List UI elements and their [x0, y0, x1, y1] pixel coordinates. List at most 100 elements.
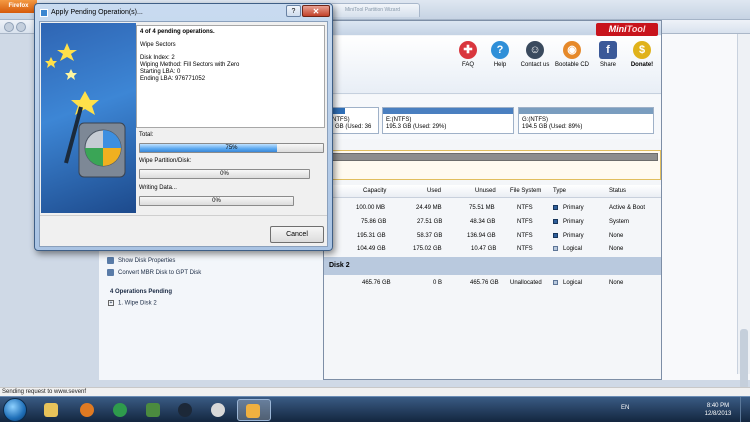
taskbar-explorer[interactable] — [36, 399, 66, 421]
help-icon: ? — [491, 41, 509, 59]
partition-text: E:(NTFS) 195.3 GB (Used: 29%) — [386, 117, 447, 130]
table-row[interactable]: 100.00 MB 24.49 MB 75.51 MB NTFS Primary… — [324, 202, 661, 214]
total-progress-text: 75% — [225, 145, 238, 151]
clock-time: 8:40 PM — [706, 403, 730, 409]
forward-icon[interactable] — [16, 22, 26, 32]
partition-list-header: Capacity Used Unused File System Type St… — [324, 185, 661, 198]
wiping-method-text: Wiping Method: Fill Sectors with Zero — [140, 62, 240, 68]
contact-us-label: Contact us — [520, 62, 550, 68]
app-icon — [113, 403, 127, 417]
pending-op-item[interactable]: +1. Wipe Disk 2 — [108, 300, 157, 307]
browser-status-bar: Sending request to www.sevenf — [0, 387, 750, 396]
lifebuoy-icon: ✚ — [459, 41, 477, 59]
app-icon — [211, 403, 225, 417]
dialog-body: 4 of 4 pending operations. Wipe Sectors … — [39, 21, 328, 247]
taskbar-app[interactable] — [105, 399, 135, 421]
app-icon — [40, 9, 48, 17]
page-scrollbar[interactable] — [737, 34, 750, 389]
table-row[interactable]: 195.31 GB 58.37 GB 136.94 GB NTFS Primar… — [324, 230, 661, 242]
logical-partition-icon — [553, 245, 558, 251]
unallocated-bar — [328, 153, 658, 161]
clock[interactable]: 8:40 PM 12/8/2013 — [700, 402, 736, 418]
folder-icon — [44, 403, 58, 417]
taskbar-app[interactable] — [138, 399, 168, 421]
disk2-header-row[interactable]: Disk 2 — [324, 257, 661, 275]
wipe-label: Wipe Partition/Disk: — [139, 158, 192, 164]
minitool-logo: MiniTool — [596, 23, 658, 36]
col-capacity[interactable]: Capacity — [363, 185, 386, 197]
partition-block[interactable]: E:(NTFS) 195.3 GB (Used: 29%) — [382, 107, 514, 134]
help-button[interactable]: ? Help — [480, 41, 520, 68]
bootable-cd-label: Bootable CD — [554, 62, 590, 68]
expand-icon[interactable]: + — [108, 300, 114, 306]
contact-us-button[interactable]: ☺ Contact us — [515, 41, 555, 68]
wizard-illustration — [41, 23, 136, 213]
start-button[interactable] — [3, 398, 27, 422]
disk-index-text: Disk Index: 2 — [140, 55, 175, 61]
logical-partition-icon — [553, 279, 558, 285]
col-unused[interactable]: Unused — [475, 185, 496, 197]
convert-disk-icon — [107, 269, 114, 276]
donate-button[interactable]: $ Donate! — [622, 41, 662, 68]
col-status[interactable]: Status — [609, 185, 626, 197]
disk2-map[interactable] — [324, 150, 661, 180]
primary-partition-icon — [553, 218, 558, 224]
contact-icon: ☺ — [526, 41, 544, 59]
firefox-icon — [80, 403, 94, 417]
ops-count-text: 4 of 4 pending operations. — [140, 29, 215, 35]
writing-label: Writing Data... — [139, 185, 177, 191]
table-row[interactable]: 104.49 GB 175.02 GB 10.47 GB NTFS Logica… — [324, 243, 661, 255]
col-type[interactable]: Type — [553, 185, 566, 197]
table-row[interactable]: 75.86 GB 27.51 GB 48.34 GB NTFS Primary … — [324, 216, 661, 228]
taskbar-firefox[interactable] — [72, 399, 102, 421]
disk1-map: (NTFS) 9 GB (Used: 36 E:(NTFS) 195.3 GB (U… — [324, 95, 661, 139]
facebook-icon: f — [599, 41, 617, 59]
browser-tab[interactable]: MiniTool Partition Wizard — [330, 3, 420, 17]
show-desktop-button[interactable] — [740, 397, 750, 422]
minitool-window: MiniTool ✚ FAQ ? Help ☺ Contact us ◉ Boo… — [263, 20, 662, 380]
close-button[interactable]: ✕ — [302, 5, 330, 17]
help-button[interactable]: ? — [286, 5, 301, 17]
ops-pending-heading: 4 Operations Pending — [110, 289, 173, 295]
logo-text-mini: Mini — [608, 24, 627, 34]
bootable-cd-icon: ◉ — [563, 41, 581, 59]
logo-text-tool: Tool — [626, 24, 646, 34]
bootable-cd-button[interactable]: ◉ Bootable CD — [552, 41, 592, 68]
main-toolbar: ✚ FAQ ? Help ☺ Contact us ◉ Bootable CD … — [324, 36, 661, 94]
minitool-icon — [246, 404, 260, 418]
wipe-progress-bar: 0% — [139, 169, 310, 179]
taskbar-app[interactable] — [203, 399, 233, 421]
col-used[interactable]: Used — [427, 185, 441, 197]
partition-usage-bar — [383, 108, 513, 114]
firefox-menu-button[interactable]: Firefox — [0, 0, 37, 13]
primary-partition-icon — [553, 204, 558, 210]
clock-date: 12/8/2013 — [704, 411, 732, 417]
language-indicator[interactable]: EN — [621, 405, 629, 411]
table-row[interactable]: *: 465.76 GB 0 B 465.76 GB Unallocated L… — [263, 277, 661, 289]
writing-progress-bar: 0% — [139, 196, 294, 206]
partition-text: (NTFS) 9 GB (Used: 36 — [330, 117, 372, 130]
partition-usage-bar — [519, 108, 653, 114]
taskbar-minitool[interactable] — [237, 399, 271, 421]
apply-pending-dialog: Apply Pending Operation(s)... ? ✕ 4 of 4… — [34, 3, 333, 251]
col-file-system[interactable]: File System — [510, 185, 541, 197]
taskbar-steam[interactable] — [170, 399, 200, 421]
taskbar: EN 8:40 PM 12/8/2013 — [0, 396, 750, 422]
partition-block[interactable]: (NTFS) 9 GB (Used: 36 — [326, 107, 379, 134]
disk2-label: Disk 2 — [329, 262, 350, 269]
partition-block[interactable]: G:(NTFS) 194.5 GB (Used: 89%) — [518, 107, 654, 134]
action-panel: Show Disk Properties Convert MBR Disk to… — [99, 250, 323, 380]
operation-info-box: 4 of 4 pending operations. Wipe Sectors … — [136, 25, 325, 128]
scrollbar-thumb[interactable] — [740, 329, 748, 389]
show-disk-properties-action[interactable]: Show Disk Properties — [107, 257, 175, 264]
cancel-button[interactable]: Cancel — [270, 226, 324, 243]
back-icon[interactable] — [4, 22, 14, 32]
help-label: Help — [493, 62, 507, 68]
disk-wand-illustration — [45, 43, 126, 178]
partition-text: G:(NTFS) 194.5 GB (Used: 89%) — [522, 117, 583, 130]
starting-lba-text: Starting LBA: 0 — [140, 69, 181, 75]
app-icon — [146, 403, 160, 417]
dialog-separator — [40, 215, 327, 216]
convert-mbr-action[interactable]: Convert MBR Disk to GPT Disk — [107, 269, 201, 276]
operation-name: Wipe Sectors — [140, 42, 176, 48]
